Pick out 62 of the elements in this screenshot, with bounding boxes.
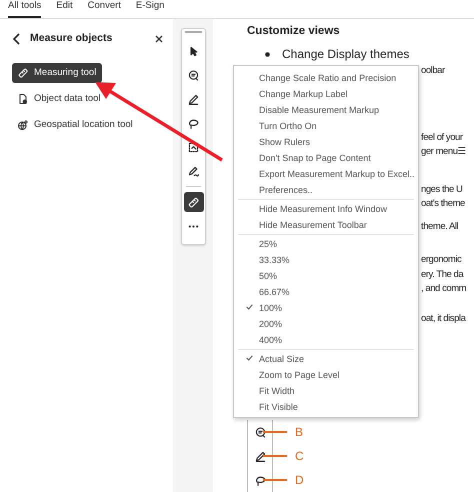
menu-item[interactable]: Hide Measurement Info Window — [234, 201, 418, 217]
menu-item[interactable]: Hide Measurement Toolbar — [234, 217, 418, 233]
tab[interactable]: Edit — [56, 0, 73, 18]
menu-item[interactable]: Export Measurement Markup to Excel.. — [234, 166, 418, 182]
tab[interactable]: All tools — [8, 0, 42, 18]
text-line: feel of your — [421, 130, 464, 144]
text-line: oat, it displa — [421, 312, 467, 326]
close-icon[interactable] — [155, 34, 163, 43]
leader-line — [263, 431, 287, 433]
menu-item[interactable]: Change Scale Ratio and Precision — [234, 70, 418, 86]
menu-item[interactable]: 66.67% — [234, 284, 418, 300]
pen-icon — [254, 450, 266, 462]
pen-icon — [187, 92, 200, 106]
menu-item[interactable]: Change Markup Label — [234, 86, 418, 102]
text-line: oat's theme — [421, 196, 466, 210]
menu-item[interactable]: 200% — [234, 316, 418, 332]
area-select-icon — [187, 140, 200, 154]
comment-icon — [254, 426, 266, 438]
menu-item[interactable]: Fit Visible — [234, 399, 418, 415]
document-icon — [17, 93, 29, 106]
ruler-icon — [187, 196, 200, 208]
text-line: , and comm — [421, 282, 468, 296]
ruler-icon — [17, 66, 29, 79]
lasso-icon — [187, 116, 200, 130]
menu-item[interactable]: Turn Ortho On — [234, 118, 418, 134]
callout-label: C — [295, 448, 304, 465]
globe-icon — [17, 119, 29, 132]
tool-item[interactable]: Geospatial location tool — [12, 115, 139, 136]
leader-line — [263, 455, 287, 457]
menu-item[interactable]: Don't Snap to Page Content — [234, 150, 418, 166]
lasso-icon — [254, 474, 266, 486]
text-line: ergonomic — [421, 252, 462, 266]
menu-item[interactable]: Preferences.. — [234, 182, 418, 198]
menu-item[interactable]: Fit Width — [234, 383, 418, 399]
tool-item[interactable]: Measuring tool — [12, 62, 102, 83]
heading: Customize views — [247, 24, 341, 38]
text-line: ery. The da — [421, 268, 465, 282]
panel-title: Measure objects — [30, 31, 114, 46]
menu-item[interactable]: 400% — [234, 332, 418, 348]
tool-item[interactable]: Object data tool — [12, 89, 107, 110]
back-icon[interactable] — [12, 32, 22, 45]
pen-sign-icon — [187, 164, 200, 178]
callout-label: D — [295, 472, 304, 489]
menu-item[interactable]: 100% — [234, 300, 418, 316]
menu-item[interactable]: 33.33% — [234, 252, 418, 268]
tab[interactable]: E-Sign — [136, 0, 164, 18]
menu-item[interactable]: Zoom to Page Level — [234, 367, 418, 383]
leader-line — [263, 479, 287, 481]
text-line: nges the U — [421, 182, 464, 196]
tab[interactable]: Convert — [88, 0, 121, 18]
ruler-tool-button[interactable] — [184, 192, 204, 212]
text-line: Change Display themes — [282, 46, 410, 62]
callout-label: B — [295, 424, 304, 441]
menu-item[interactable]: Show Rulers — [234, 134, 418, 150]
menu-item[interactable]: 50% — [234, 268, 418, 284]
comment-icon — [187, 68, 200, 82]
text-line: ger menu☰ — [421, 144, 468, 158]
menu-item[interactable]: 25% — [234, 236, 418, 252]
text-line: oolbar — [421, 64, 446, 78]
text-line: theme. All — [421, 220, 460, 234]
menu-item[interactable]: Actual Size — [234, 351, 418, 367]
menu-item[interactable]: Disable Measurement Markup — [234, 102, 418, 118]
